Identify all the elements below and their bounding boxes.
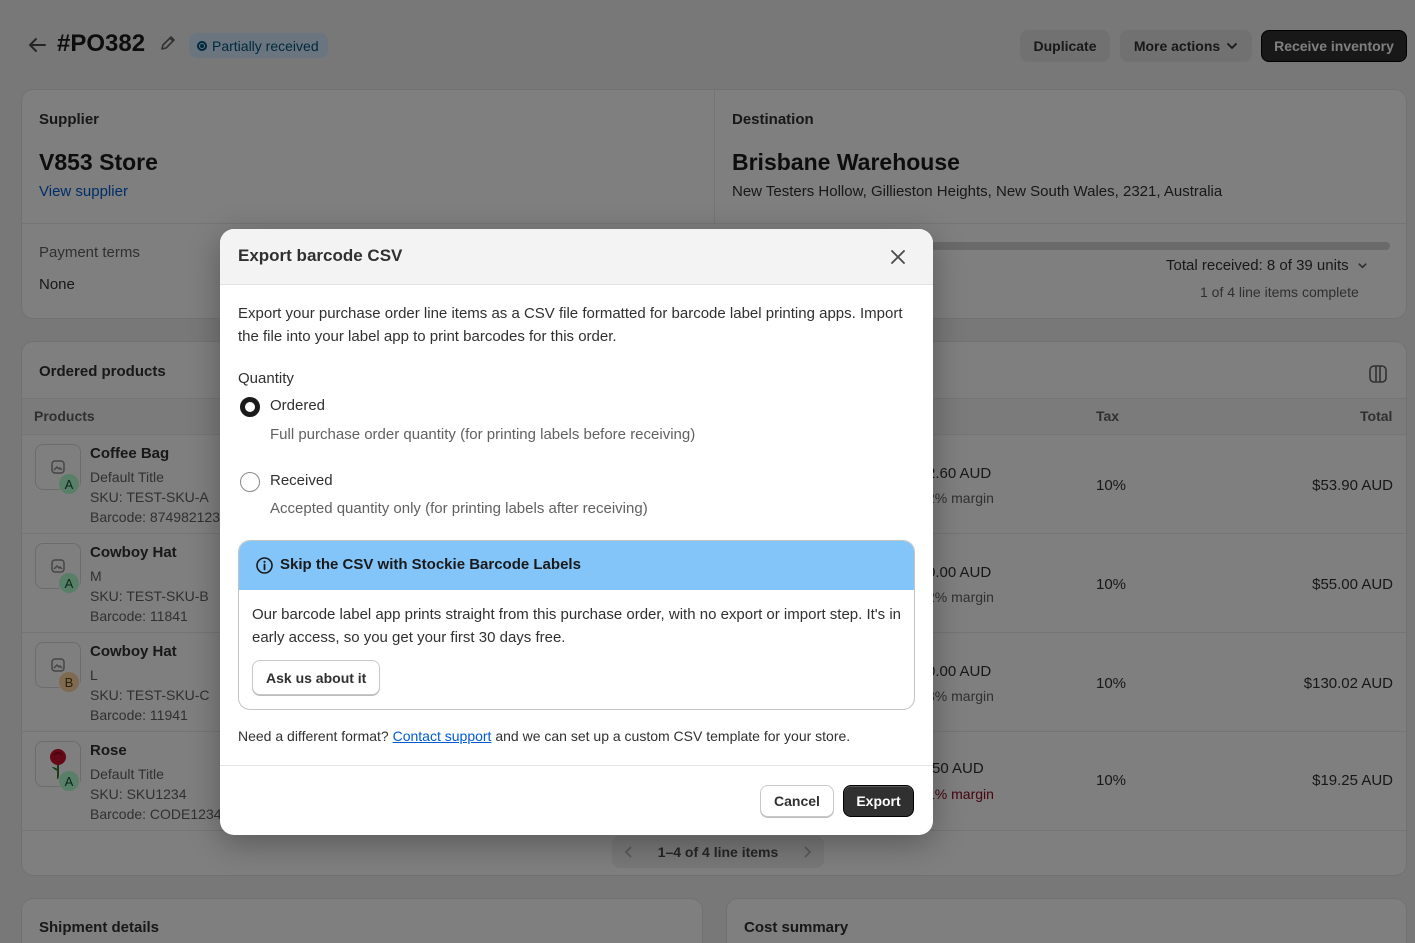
- banner-header: Skip the CSV with Stockie Barcode Labels: [239, 541, 914, 590]
- quantity-label: Quantity: [238, 370, 294, 387]
- stockie-promo-banner: Skip the CSV with Stockie Barcode Labels…: [238, 540, 915, 710]
- footnote-suffix: and we can set up a custom CSV template …: [495, 728, 851, 744]
- ask-us-button[interactable]: Ask us about it: [252, 660, 381, 695]
- modal-title: Export barcode CSV: [238, 246, 403, 265]
- radio-received-help: Accepted quantity only (for printing lab…: [270, 500, 648, 517]
- info-icon: [256, 557, 273, 574]
- footnote-prefix: Need a different format?: [238, 728, 389, 744]
- modal-header: Export barcode CSV: [220, 229, 933, 285]
- export-button[interactable]: Export: [843, 785, 914, 817]
- modal-footer: Cancel Export: [220, 765, 933, 835]
- contact-support-link[interactable]: Contact support: [393, 728, 492, 744]
- close-button[interactable]: [886, 245, 910, 269]
- footnote: Need a different format? Contact support…: [238, 728, 850, 744]
- cancel-button[interactable]: Cancel: [760, 785, 834, 817]
- radio-received-label[interactable]: Received: [270, 472, 333, 489]
- radio-received[interactable]: [240, 472, 260, 492]
- modal-description: Export your purchase order line items as…: [238, 305, 903, 345]
- radio-ordered-help: Full purchase order quantity (for printi…: [270, 426, 696, 443]
- radio-ordered-label[interactable]: Ordered: [270, 397, 325, 414]
- radio-ordered[interactable]: [240, 397, 260, 417]
- close-icon: [891, 250, 905, 264]
- banner-body: Our barcode label app prints straight fr…: [252, 606, 902, 646]
- export-barcode-modal: Export barcode CSV Export your purchase …: [220, 229, 933, 835]
- banner-title: Skip the CSV with Stockie Barcode Labels: [280, 556, 581, 573]
